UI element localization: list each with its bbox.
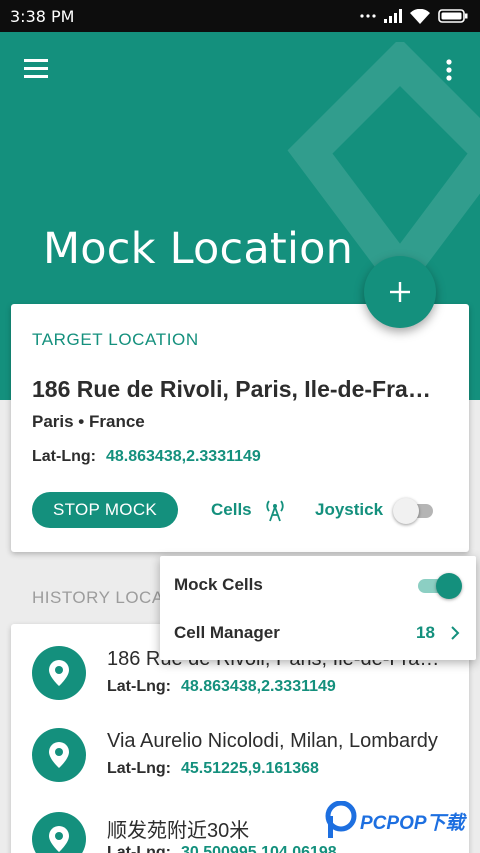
cells-button[interactable]: Cells — [211, 498, 286, 522]
more-dots-icon — [360, 14, 376, 18]
plus-icon — [390, 282, 410, 302]
latlng-label: Lat-Lng: — [107, 678, 171, 695]
add-location-button[interactable] — [364, 256, 436, 328]
cells-popup-menu: Mock Cells Cell Manager 18 — [160, 556, 476, 660]
latlng-label: Lat-Lng: — [107, 760, 171, 777]
location-pin-icon — [32, 812, 86, 853]
history-latlng: Lat-Lng: 48.863438,2.3331149 — [107, 678, 336, 696]
target-city-country: Paris • France — [32, 412, 145, 431]
cell-tower-icon — [266, 500, 284, 522]
status-time: 3:38 PM — [10, 6, 75, 26]
history-latlng: Lat-Lng: 45.51225,9.161368 — [107, 760, 319, 778]
switch-thumb — [436, 573, 462, 599]
page-title: Mock Location — [43, 224, 354, 274]
mock-cells-switch[interactable] — [418, 573, 464, 599]
target-address: 186 Rue de Rivoli, Paris, Ile-de-France — [32, 376, 442, 402]
location-pin-icon — [32, 646, 86, 700]
hamburger-menu-icon[interactable] — [22, 56, 52, 82]
target-location-card: TARGET LOCATION 186 Rue de Rivoli, Paris… — [11, 304, 469, 552]
history-latlng: Lat-Lng: 30.500995,104.06198 — [107, 844, 337, 853]
cell-manager-count: 18 — [416, 623, 435, 642]
list-item[interactable]: Via Aurelio Nicolodi, Milan, Lombardy La… — [11, 720, 469, 800]
target-section-title: TARGET LOCATION — [32, 330, 199, 349]
joystick-toggle[interactable]: Joystick — [315, 498, 435, 524]
status-bar: 3:38 PM — [0, 0, 480, 32]
signal-icon — [384, 9, 402, 23]
battery-icon — [438, 9, 468, 23]
cells-label: Cells — [211, 500, 252, 519]
status-icons — [360, 8, 468, 24]
watermark-text: PCPOP下载 — [360, 813, 465, 834]
menu-item-cell-manager[interactable]: Cell Manager 18 — [160, 610, 476, 656]
latlng-label: Lat-Lng: — [107, 844, 171, 853]
wifi-icon — [410, 8, 430, 24]
history-address: Via Aurelio Nicolodi, Milan, Lombardy — [107, 730, 438, 752]
pcpop-logo-icon — [325, 801, 357, 838]
stop-mock-button[interactable]: STOP MOCK — [32, 492, 178, 528]
pcpop-watermark: PCPOP下载 — [324, 800, 474, 840]
latlng-value: 48.863438,2.3331149 — [180, 678, 336, 695]
latlng-value: 30.500995,104.06198 — [180, 844, 337, 853]
mock-cells-label: Mock Cells — [174, 575, 263, 594]
menu-item-mock-cells[interactable]: Mock Cells — [160, 562, 476, 608]
cell-manager-label: Cell Manager — [174, 623, 280, 642]
switch-thumb — [393, 498, 420, 524]
chevron-right-icon — [451, 626, 460, 640]
latlng-value: 48.863438,2.3331149 — [105, 448, 261, 465]
joystick-label: Joystick — [315, 500, 384, 519]
latlng-value: 45.51225,9.161368 — [180, 760, 319, 777]
latlng-label: Lat-Lng: — [32, 448, 96, 465]
location-pin-icon — [32, 728, 86, 782]
overflow-menu-icon[interactable] — [441, 56, 457, 86]
joystick-switch[interactable] — [393, 498, 435, 524]
target-latlng: Lat-Lng: 48.863438,2.3331149 — [32, 448, 261, 466]
